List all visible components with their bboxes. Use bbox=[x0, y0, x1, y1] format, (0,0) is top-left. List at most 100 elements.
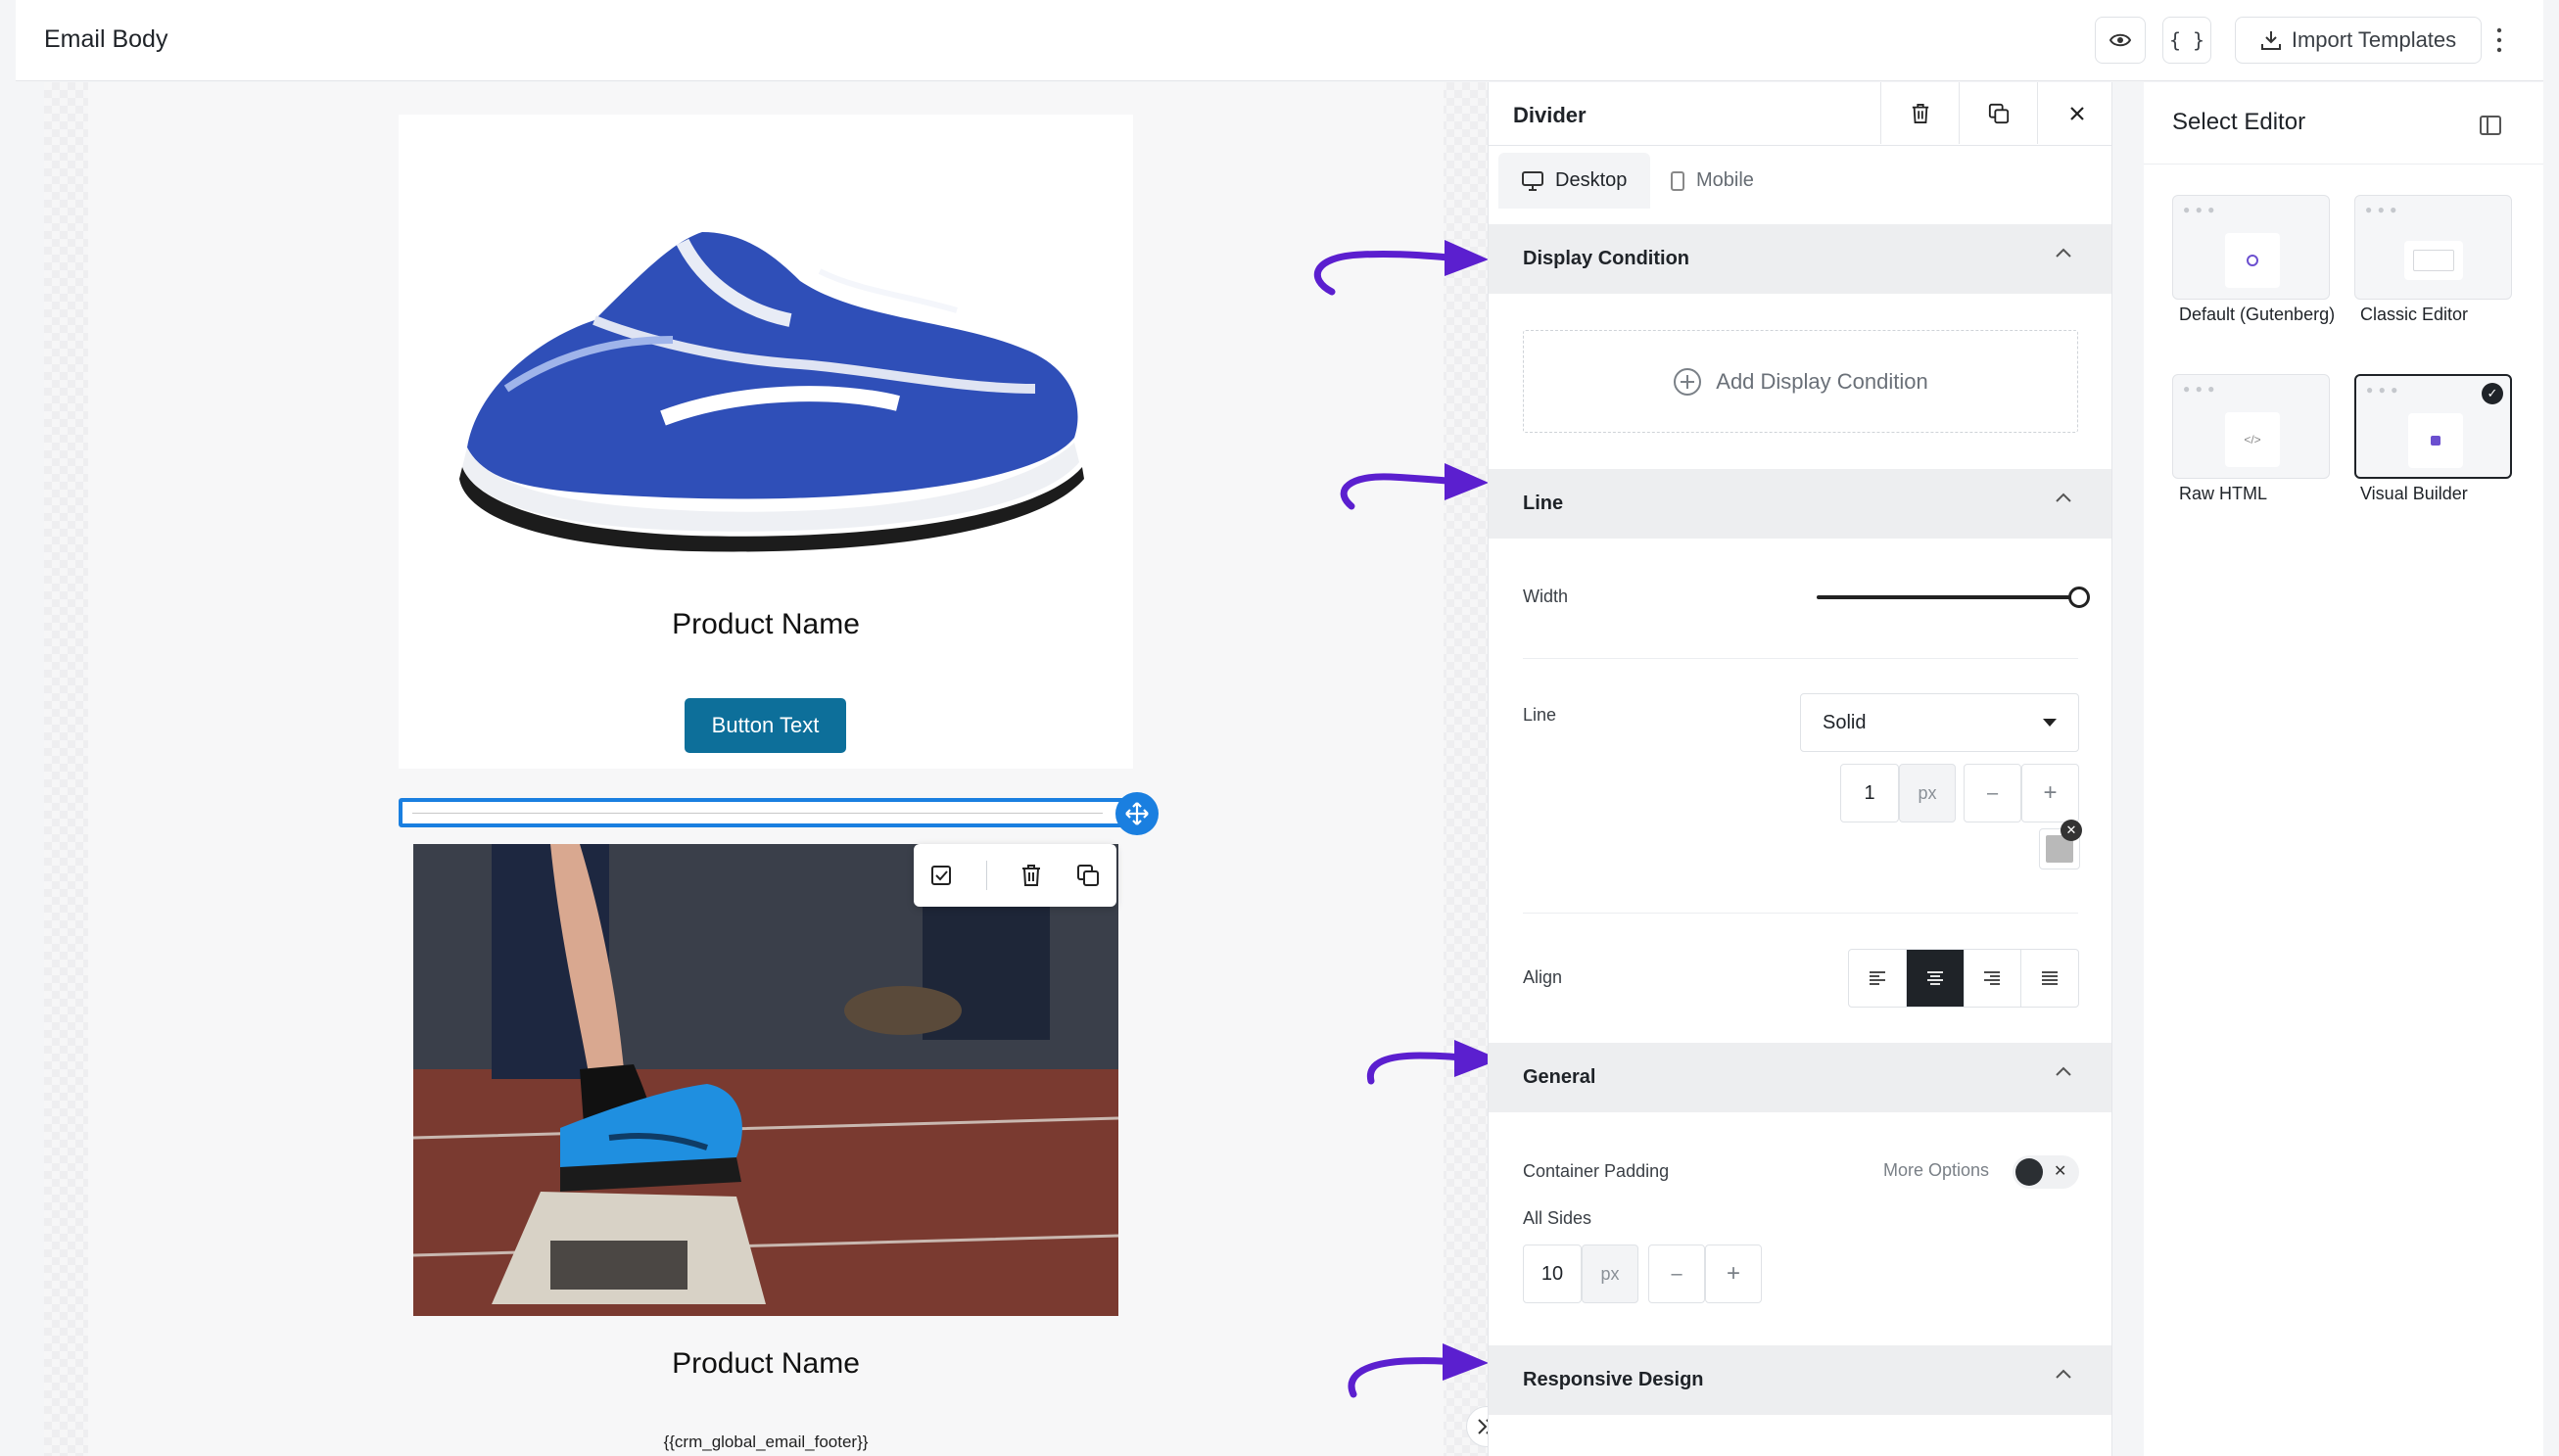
align-left-button[interactable] bbox=[1849, 950, 1907, 1007]
add-display-condition-button[interactable]: Add Display Condition bbox=[1523, 330, 2078, 433]
check-square-icon[interactable] bbox=[930, 865, 952, 886]
classic-thumbnail bbox=[2404, 241, 2463, 280]
line-size-decrement[interactable]: – bbox=[1964, 764, 2021, 822]
divider-rule bbox=[1523, 913, 2078, 914]
width-label: Width bbox=[1523, 587, 1569, 606]
minus-icon: – bbox=[1671, 1262, 1682, 1285]
editor-label-gutenberg: Default (Gutenberg) bbox=[2179, 305, 2336, 324]
more-menu-icon[interactable] bbox=[2493, 25, 2505, 55]
import-templates-label: Import Templates bbox=[2291, 27, 2457, 52]
preview-button[interactable] bbox=[2095, 17, 2146, 64]
device-tabs: Desktop Mobile bbox=[1489, 145, 2111, 209]
block-toolbar bbox=[914, 844, 1116, 907]
toolbar-separator bbox=[985, 861, 987, 890]
sneaker-image bbox=[459, 232, 1084, 552]
trash-icon bbox=[1912, 103, 1928, 123]
delete-block-button[interactable] bbox=[1880, 82, 1959, 144]
trash-icon[interactable] bbox=[1020, 864, 1042, 887]
editor-label-classic: Classic Editor bbox=[2360, 305, 2469, 324]
more-options-label: More Options bbox=[1883, 1160, 1990, 1180]
import-templates-button[interactable]: Import Templates bbox=[2235, 17, 2482, 64]
selected-check-icon: ✓ bbox=[2482, 383, 2503, 404]
classic-icon bbox=[2413, 250, 2454, 271]
runner-image bbox=[413, 844, 1118, 1316]
toggle-knob bbox=[2015, 1158, 2043, 1186]
chevron-up-icon bbox=[2056, 1066, 2071, 1076]
editor-label-visual-builder: Visual Builder bbox=[2360, 484, 2468, 503]
line-size-increment[interactable]: + bbox=[2021, 764, 2079, 822]
eye-icon bbox=[2109, 33, 2131, 47]
padding-increment[interactable]: + bbox=[1705, 1245, 1762, 1303]
editor-label-raw-html: Raw HTML bbox=[2179, 484, 2268, 503]
line-style-select[interactable]: Solid bbox=[1800, 693, 2079, 752]
tab-mobile-label: Mobile bbox=[1696, 169, 1754, 191]
raw-html-thumbnail: </> bbox=[2225, 412, 2280, 467]
select-editor-panel: Select Editor ● ● ● Default (Gutenberg) … bbox=[2144, 82, 2543, 1456]
toggle-off-icon: ✕ bbox=[2054, 1163, 2067, 1180]
close-icon bbox=[2069, 106, 2084, 120]
duplicate-icon[interactable] bbox=[1076, 864, 1100, 887]
tab-desktop-label: Desktop bbox=[1555, 169, 1628, 191]
editor-option-raw-html[interactable]: ● ● ● </> bbox=[2172, 374, 2330, 479]
section-display-condition[interactable]: Display Condition bbox=[1489, 224, 2111, 294]
window-dots: ● ● ● bbox=[2183, 382, 2216, 396]
editor-option-classic[interactable]: ● ● ● bbox=[2354, 195, 2512, 300]
annotation-arrow-3 bbox=[1366, 1040, 1500, 1085]
tab-mobile[interactable]: Mobile bbox=[1647, 153, 1777, 209]
visual-builder-icon bbox=[2431, 436, 2441, 446]
padding-input[interactable]: 10 bbox=[1523, 1245, 1582, 1303]
sidebar-toggle-icon[interactable] bbox=[2480, 116, 2501, 135]
width-slider-thumb[interactable] bbox=[2068, 587, 2090, 608]
plus-icon: + bbox=[1726, 1260, 1740, 1287]
window-dots: ● ● ● bbox=[2365, 203, 2398, 216]
annotation-arrow-2 bbox=[1340, 463, 1489, 510]
align-button-group bbox=[1848, 949, 2079, 1008]
top-header: Email Body { } Import Templates bbox=[16, 0, 2543, 81]
align-justify-icon bbox=[2042, 971, 2059, 985]
move-handle[interactable] bbox=[1115, 792, 1159, 835]
section-line[interactable]: Line bbox=[1489, 469, 2111, 539]
duplicate-icon bbox=[1988, 103, 2009, 123]
align-center-icon bbox=[1926, 971, 1943, 985]
cta-button[interactable]: Button Text bbox=[685, 698, 846, 753]
visual-builder-thumbnail bbox=[2408, 413, 2463, 468]
window-dots: ● ● ● bbox=[2366, 383, 2399, 397]
code-icon: </> bbox=[2244, 433, 2261, 446]
tab-desktop[interactable]: Desktop bbox=[1498, 153, 1651, 209]
container-padding-label: Container Padding bbox=[1523, 1161, 1670, 1181]
chevron-up-icon bbox=[2056, 493, 2071, 502]
width-slider-track[interactable] bbox=[1817, 595, 2089, 599]
product-block-1[interactable]: Product Name Button Text bbox=[399, 115, 1133, 769]
desktop-icon bbox=[1522, 170, 1543, 191]
close-panel-button[interactable] bbox=[2037, 82, 2111, 144]
selected-divider[interactable] bbox=[399, 798, 1126, 827]
line-style-value: Solid bbox=[1823, 711, 1867, 733]
chevron-up-icon bbox=[2056, 1369, 2071, 1379]
duplicate-block-button[interactable] bbox=[1959, 82, 2037, 144]
editor-option-gutenberg[interactable]: ● ● ● bbox=[2172, 195, 2330, 300]
divider-line bbox=[412, 813, 1103, 814]
align-justify-button[interactable] bbox=[2021, 950, 2078, 1007]
clear-color-icon[interactable]: ✕ bbox=[2061, 820, 2082, 841]
section-responsive-label: Responsive Design bbox=[1523, 1369, 1704, 1390]
mobile-icon bbox=[1671, 170, 1684, 191]
more-options-toggle[interactable]: ✕ bbox=[2013, 1155, 2079, 1189]
product-name-1: Product Name bbox=[672, 608, 860, 640]
section-general[interactable]: General bbox=[1489, 1043, 2111, 1112]
code-braces-button[interactable]: { } bbox=[2162, 17, 2211, 64]
panel-title: Divider bbox=[1513, 103, 1587, 127]
section-responsive-design[interactable]: Responsive Design bbox=[1489, 1345, 2111, 1415]
editor-option-visual-builder[interactable]: ● ● ● ✓ bbox=[2354, 374, 2512, 479]
plus-circle-icon bbox=[1674, 367, 1702, 396]
align-right-button[interactable] bbox=[1965, 950, 2022, 1007]
all-sides-label: All Sides bbox=[1523, 1208, 1592, 1228]
line-style-label: Line bbox=[1523, 705, 1557, 725]
select-editor-title: Select Editor bbox=[2172, 109, 2306, 135]
footer-merge-tag: {{crm_global_email_footer}} bbox=[663, 1433, 869, 1451]
padding-unit: px bbox=[1582, 1245, 1638, 1303]
padding-decrement[interactable]: – bbox=[1648, 1245, 1705, 1303]
align-center-button[interactable] bbox=[1906, 950, 1965, 1007]
line-size-input[interactable]: 1 bbox=[1840, 764, 1899, 822]
section-general-label: General bbox=[1523, 1066, 1596, 1088]
align-right-icon bbox=[1984, 971, 2001, 985]
